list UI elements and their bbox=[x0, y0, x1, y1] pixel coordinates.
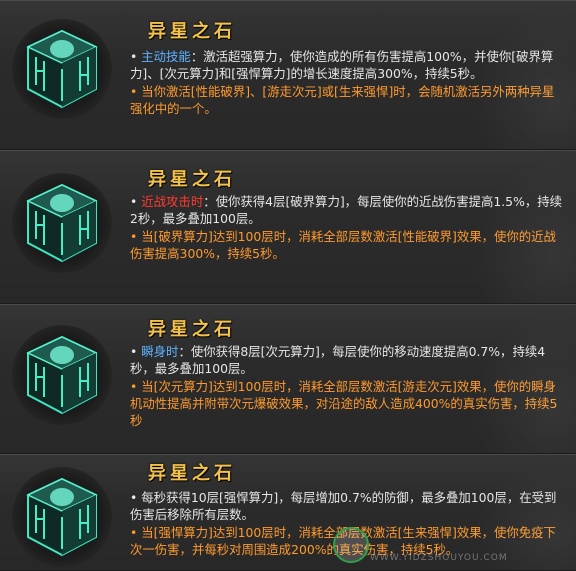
effect-text: • 当你激活[性能破界]、[游走次元]或[生来强悍]时，会随机激活另外两种异星强… bbox=[130, 83, 555, 116]
card-title: 异星之石 bbox=[148, 169, 236, 190]
alien-star-stone-icon bbox=[26, 335, 98, 415]
card-title: 异星之石 bbox=[148, 21, 236, 42]
stone-icon-frame bbox=[12, 325, 112, 425]
bullet: • bbox=[130, 490, 138, 505]
effect-text: • 当[次元算力]达到100层时，消耗全部层数激活[游走次元]效果，使你的瞬身机… bbox=[130, 378, 558, 429]
card-title: 异星之石 bbox=[148, 463, 236, 484]
watermark-text: WWW.YIDZSHOUYOU.COM bbox=[370, 553, 508, 563]
skill-text: ：激活超强算力，使你造成的所有伤害提高100%，并使你[破界算力]、[次元算力]… bbox=[130, 49, 554, 82]
skill-text: ：使你获得8层[次元算力]，每层使你的移动速度提高0.7%，持续4秒，最多叠加1… bbox=[130, 344, 546, 377]
alien-star-stone-icon bbox=[26, 29, 98, 109]
card-description: • 近战攻击时：使你获得4层[破界算力]，每层使你的近战伤害提高1.5%，持续2… bbox=[130, 193, 562, 262]
stone-icon-frame bbox=[12, 19, 112, 119]
card-description: • 主动技能：激活超强算力，使你造成的所有伤害提高100%，并使你[破界算力]、… bbox=[130, 48, 562, 117]
bullet: • bbox=[130, 344, 138, 359]
card-description: • 瞬身时：使你获得8层[次元算力]，每层使你的移动速度提高0.7%，持续4秒，… bbox=[130, 343, 562, 429]
skill-keyword: 主动技能 bbox=[141, 49, 191, 64]
stone-card-3: 异星之石 • 瞬身时：使你获得8层[次元算力]，每层使你的移动速度提高0.7%，… bbox=[0, 304, 576, 454]
bullet: • bbox=[130, 194, 138, 209]
stone-card-1: 异星之石 • 主动技能：激活超强算力，使你造成的所有伤害提高100%，并使你[破… bbox=[0, 0, 576, 150]
stone-icon-frame bbox=[12, 467, 112, 567]
effect-text: • 当[破界算力]达到100层时，消耗全部层数激活[性能破界]效果，使你的近战伤… bbox=[130, 228, 556, 261]
skill-text: 每秒获得10层[强悍算力]，每层增加0.7%的防御，最多叠加100层，在受到伤害… bbox=[130, 490, 557, 523]
stone-card-2: 异星之石 • 近战攻击时：使你获得4层[破界算力]，每层使你的近战伤害提高1.5… bbox=[0, 150, 576, 304]
alien-star-stone-icon bbox=[26, 477, 98, 557]
skill-keyword: 瞬身时 bbox=[141, 344, 179, 359]
stone-icon-frame bbox=[12, 173, 112, 273]
card-title: 异星之石 bbox=[148, 319, 236, 340]
bullet: • bbox=[130, 49, 138, 64]
alien-star-stone-icon bbox=[26, 183, 98, 263]
skill-keyword: 近战攻击时 bbox=[141, 194, 204, 209]
watermark-logo-icon bbox=[333, 527, 369, 563]
